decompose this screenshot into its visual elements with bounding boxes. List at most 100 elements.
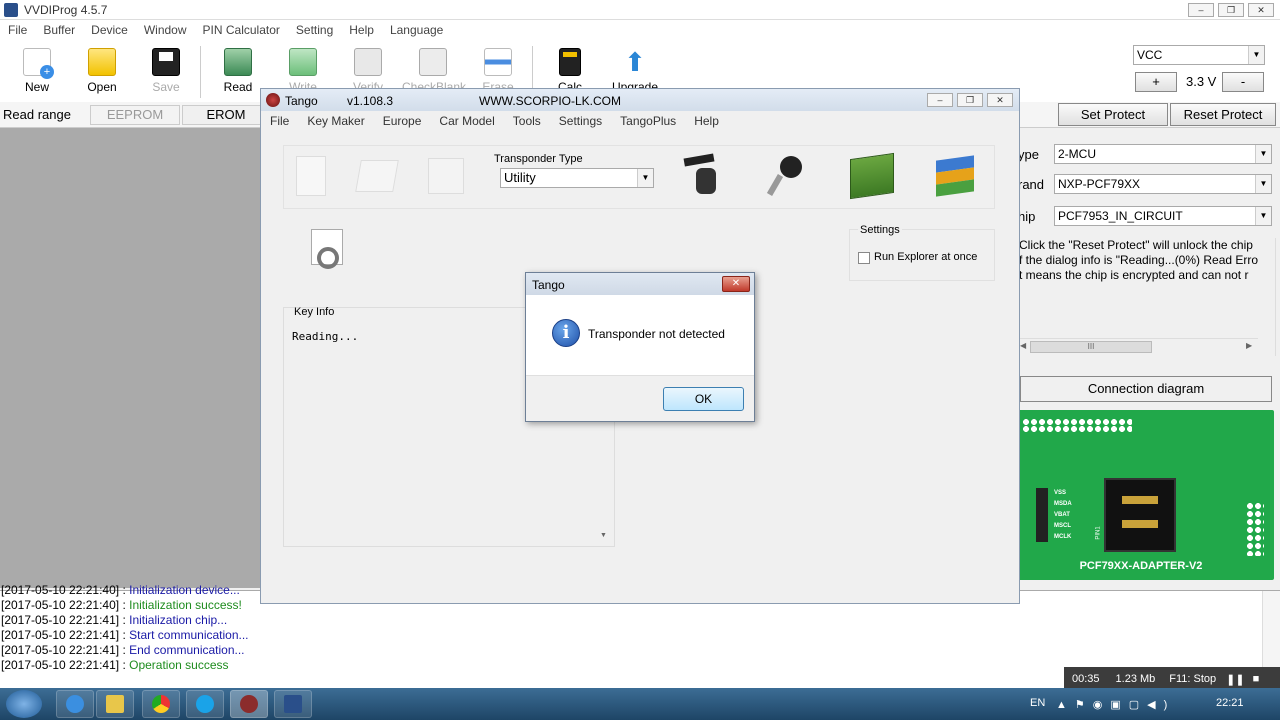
tango-logo-icon xyxy=(266,93,280,107)
chevron-down-icon: ▼ xyxy=(1255,145,1271,163)
set-protect-button[interactable]: Set Protect xyxy=(1058,103,1168,126)
tango-website: WWW.SCORPIO-LK.COM xyxy=(479,94,621,108)
dialog-close-button[interactable]: ✕ xyxy=(722,276,750,292)
tango-menu-europe[interactable]: Europe xyxy=(374,111,431,131)
tango-new-icon[interactable] xyxy=(296,156,326,196)
language-indicator[interactable]: EN xyxy=(1030,697,1045,709)
pin-label: VBAT xyxy=(1054,512,1070,518)
clock[interactable]: 22:21 xyxy=(1216,697,1244,709)
new-label: New xyxy=(24,80,49,94)
reset-protect-button[interactable]: Reset Protect xyxy=(1170,103,1276,126)
key-info-text: Reading... xyxy=(292,330,359,343)
scroll-left-icon: ◀ xyxy=(1020,341,1027,350)
taskbar: EN ▲⚑◉▣▢◀) 22:21 xyxy=(0,688,1280,720)
tab-eeprom[interactable]: EEPROM xyxy=(90,105,180,125)
type-select[interactable]: 2-MCU ▼ xyxy=(1054,144,1272,164)
menu-window[interactable]: Window xyxy=(136,20,195,40)
brand-value: NXP-PCF79XX xyxy=(1058,177,1141,191)
run-explorer-checkbox[interactable] xyxy=(858,252,870,264)
menu-pin-calculator[interactable]: PIN Calculator xyxy=(195,20,288,40)
transponder-type-select[interactable]: Utility ▼ xyxy=(500,168,654,188)
tango-menu-file[interactable]: File xyxy=(261,111,298,131)
save-button[interactable]: Save xyxy=(135,40,197,102)
graduation-key-icon[interactable] xyxy=(680,153,726,198)
log-time: [2017-05-10 22:21:40] xyxy=(1,598,120,612)
run-explorer-label[interactable]: Run Explorer at once xyxy=(874,251,977,263)
pause-icon[interactable]: ❚❚ xyxy=(1222,673,1248,686)
vvdiprog-taskbar-icon[interactable] xyxy=(274,690,312,718)
key-info-scroll-down-icon[interactable]: ▼ xyxy=(600,532,607,539)
toolbar-separator xyxy=(200,46,201,98)
dialog-title: Tango xyxy=(532,278,565,292)
log-time: [2017-05-10 22:21:41] xyxy=(1,658,120,672)
keys-icon[interactable] xyxy=(764,154,810,198)
ie-taskbar-icon[interactable] xyxy=(56,690,94,718)
books-stack-icon[interactable] xyxy=(934,154,978,198)
explorer-taskbar-icon[interactable] xyxy=(96,690,134,718)
tab-erom[interactable]: EROM xyxy=(182,105,270,125)
tango-menu-car-model[interactable]: Car Model xyxy=(430,111,503,131)
tray-icons[interactable]: ▲⚑◉▣▢◀) xyxy=(1056,698,1196,712)
recorder-stop[interactable]: F11: Stop xyxy=(1163,673,1222,685)
green-book-icon[interactable] xyxy=(850,152,894,200)
pin-header-right xyxy=(1246,502,1264,556)
skype-taskbar-icon[interactable] xyxy=(186,690,224,718)
tango-save-icon[interactable] xyxy=(428,158,464,194)
tango-menu-tangoplus[interactable]: TangoPlus xyxy=(611,111,685,131)
tango-menu-key-maker[interactable]: Key Maker xyxy=(298,111,373,131)
info-textbox[interactable]: Click the "Reset Protect" will unlock th… xyxy=(1018,238,1276,356)
key-info-title: Key Info xyxy=(294,306,335,318)
menu-file[interactable]: File xyxy=(0,20,35,40)
new-button[interactable]: + New xyxy=(6,40,68,102)
menu-buffer[interactable]: Buffer xyxy=(35,20,83,40)
scroll-thumb[interactable]: III xyxy=(1030,341,1152,353)
chip-select[interactable]: PCF7953_IN_CIRCUIT ▼ xyxy=(1054,206,1272,226)
menu-setting[interactable]: Setting xyxy=(288,20,341,40)
minimize-button[interactable]: – xyxy=(1188,3,1214,17)
close-button[interactable]: ✕ xyxy=(1248,3,1274,17)
chevron-down-icon: ▼ xyxy=(1255,175,1271,193)
ic-socket xyxy=(1104,478,1176,552)
tango-title-bar: Tango v1.108.3 WWW.SCORPIO-LK.COM – ❐ ✕ xyxy=(261,89,1019,111)
open-button[interactable]: Open xyxy=(71,40,133,102)
ok-button[interactable]: OK xyxy=(663,387,744,411)
brand-select[interactable]: NXP-PCF79XX ▼ xyxy=(1054,174,1272,194)
voltage-select[interactable]: VCC ▼ xyxy=(1133,45,1265,65)
tango-menu-help[interactable]: Help xyxy=(685,111,728,131)
tango-open-icon[interactable] xyxy=(355,160,399,192)
voltage-selected: VCC xyxy=(1137,48,1163,62)
tango-taskbar-icon[interactable] xyxy=(230,690,268,718)
tango-toolbar: Transponder Type Utility ▼ xyxy=(283,145,995,209)
read-range-label: Read range xyxy=(3,107,71,122)
maximize-button[interactable]: ❐ xyxy=(1218,3,1244,17)
menu-help[interactable]: Help xyxy=(341,20,382,40)
info-line: t means the chip is encrypted and can no… xyxy=(1019,268,1249,282)
tango-maximize-button[interactable]: ❐ xyxy=(957,93,983,107)
search-key-icon[interactable] xyxy=(311,229,351,273)
start-button[interactable] xyxy=(6,690,42,718)
log-panel[interactable]: [2017-05-10 22:21:40] : Initialization d… xyxy=(0,583,1280,691)
pin-label: VSS xyxy=(1054,490,1067,496)
menu-device[interactable]: Device xyxy=(83,20,136,40)
chrome-taskbar-icon[interactable] xyxy=(142,690,180,718)
type-value: 2-MCU xyxy=(1058,147,1096,161)
pin-label: MSDA xyxy=(1054,501,1072,507)
buffer-view xyxy=(0,128,262,588)
transponder-type-label: Transponder Type xyxy=(494,153,583,165)
connection-diagram-button[interactable]: Connection diagram xyxy=(1020,376,1272,402)
recorder-time: 00:35 xyxy=(1072,673,1100,685)
voltage-plus-button[interactable]: + xyxy=(1135,72,1177,92)
tango-menu-settings[interactable]: Settings xyxy=(550,111,611,131)
main-window-title: VVDIProg 4.5.7 xyxy=(24,3,108,17)
horizontal-scrollbar[interactable]: ◀ III ▶ xyxy=(1018,338,1258,354)
tango-close-button[interactable]: ✕ xyxy=(987,93,1013,107)
erase-icon xyxy=(484,48,512,76)
tango-minimize-button[interactable]: – xyxy=(927,93,953,107)
stop-icon[interactable]: ■ xyxy=(1249,673,1264,685)
log-message: Start communication... xyxy=(129,628,249,642)
voltage-minus-button[interactable]: - xyxy=(1222,72,1264,92)
tango-menu-tools[interactable]: Tools xyxy=(504,111,550,131)
menu-language[interactable]: Language xyxy=(382,20,451,40)
log-time: [2017-05-10 22:21:41] xyxy=(1,643,120,657)
chevron-down-icon: ▼ xyxy=(637,169,653,187)
